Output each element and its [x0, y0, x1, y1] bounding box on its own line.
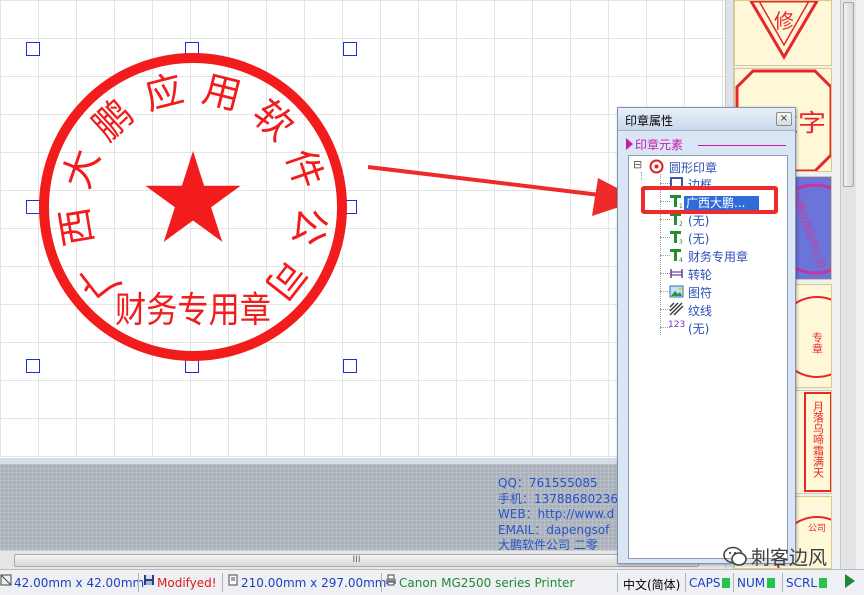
status-separator: [381, 573, 382, 592]
caps-lock-indicator: CAPS: [689, 576, 731, 590]
scroll-lock-label: SCRL: [786, 576, 818, 590]
horizontal-scroll-thumb[interactable]: III: [14, 554, 699, 567]
contact-line-phone: 手机：13788680236: [498, 491, 618, 506]
next-arrow-icon[interactable]: [844, 573, 856, 589]
contact-line-qq: QQ：761555085: [498, 476, 598, 490]
contact-line-web: WEB：http://www.d: [498, 507, 615, 521]
page-icon: [228, 574, 238, 586]
gallery-tile-diamond-text: 修: [774, 9, 794, 33]
tree-item-label: 转轮: [688, 268, 713, 282]
seal-arc-char: 公: [285, 204, 335, 249]
status-separator: [138, 573, 139, 592]
num-led-icon: [767, 578, 776, 588]
status-bar: 42.00mm x 42.00mm Modifyed! 210.00mm x 2…: [0, 569, 864, 595]
round-seal-icon: [649, 159, 664, 174]
status-separator: [782, 573, 783, 592]
wheel-icon: [670, 269, 683, 278]
panel-title: 印章属性: [625, 114, 674, 128]
caps-led-icon: [722, 578, 731, 588]
image-icon: [669, 285, 684, 298]
tree-connector: [641, 172, 642, 180]
status-separator: [733, 573, 734, 592]
seal-bottom-text: 财务专用章: [115, 290, 271, 331]
contact-line-email: EMAIL：dapengsof: [498, 522, 610, 537]
scroll-lock-indicator: SCRL: [786, 576, 828, 590]
background-contact-text: QQ：761555085 手机：13788680236 WEB：http://w…: [498, 476, 624, 556]
size-icon: [0, 574, 12, 586]
caps-lock-label: CAPS: [689, 576, 721, 590]
tree-expander[interactable]: ⊟: [633, 158, 642, 171]
panel-close-button[interactable]: ×: [776, 112, 792, 126]
panel-section-label: 印章元素: [635, 138, 684, 152]
vertical-scroll-thumb[interactable]: [843, 2, 854, 187]
watermark: 刺客边风: [723, 543, 853, 569]
tree-item-label: (无): [688, 214, 710, 228]
section-divider: [698, 145, 786, 146]
seal-arc-char: 大: [54, 144, 108, 194]
status-separator: [617, 573, 618, 592]
seal-arc-char: 应: [140, 67, 188, 119]
gallery-tile-diamond[interactable]: 修: [734, 0, 832, 66]
seal-arc-char: 西: [52, 204, 102, 249]
seal-arc-char: 件: [278, 144, 332, 194]
seal-properties-panel: 印章属性 × 印章元素 ⊟ 圆形印章 边框 1 广西大鹏... 2 (无) 3 …: [617, 107, 796, 564]
number-icon: 123: [668, 320, 686, 330]
modified-status: Modifyed!: [157, 576, 217, 590]
round-seal[interactable]: 广西大鹏应 用软件公司 财务专用章: [30, 44, 360, 374]
num-lock-label: NUM: [737, 576, 766, 590]
seal-element-tree[interactable]: ⊟ 圆形印章 边框 1 广西大鹏... 2 (无) 3 (无) 4 财务专用章 …: [628, 155, 788, 559]
gallery-tile-poem-text: 月落乌啼霜满天: [812, 401, 825, 479]
text-4-icon: 4: [670, 249, 683, 263]
gallery-tile-small-round-text: 专章: [811, 331, 824, 354]
num-lock-indicator: NUM: [737, 576, 776, 590]
close-icon: ×: [779, 113, 789, 124]
application-window: 广西大鹏应用软件公司 财务专用章 QQ：761555085 手机：1378868…: [0, 0, 864, 595]
text-3-icon: 3: [670, 231, 683, 245]
ime-indicator: 中文(简体): [623, 578, 681, 592]
gallery-tile-bottom-text: 公司: [808, 523, 826, 534]
scrl-led-icon: [819, 578, 828, 588]
status-separator: [222, 573, 223, 592]
svg-text:2: 2: [679, 221, 683, 227]
seal-star: [145, 151, 241, 242]
tree-item-label: 图符: [688, 286, 713, 300]
seal-arc-char: 用: [198, 67, 246, 119]
tree-item-label: 财务专用章: [688, 250, 749, 264]
tree-item-label: (无): [688, 232, 710, 246]
seal-size-text: 42.00mm x 42.00mm: [14, 576, 145, 590]
svg-text:4: 4: [679, 257, 683, 263]
watermark-text: 刺客边风: [751, 547, 828, 569]
save-disk-icon: [144, 575, 154, 585]
status-separator: [685, 573, 686, 592]
svg-text:3: 3: [679, 239, 683, 245]
hatch-icon: [669, 302, 684, 316]
tree-item-label: (无): [688, 322, 710, 336]
red-highlight-box: [641, 186, 778, 214]
panel-title-bar[interactable]: 印章属性 ×: [618, 108, 795, 131]
section-arrow-icon: [626, 138, 633, 150]
scroll-grip: III: [352, 555, 361, 565]
tree-root-label: 圆形印章: [669, 161, 718, 175]
page-size-text: 210.00mm x 297.00mm: [241, 576, 387, 590]
tree-item-label: 纹线: [688, 304, 713, 318]
printer-name: Canon MG2500 series Printer: [399, 576, 575, 590]
red-annotation-arrow: [367, 165, 640, 216]
wechat-icon: [723, 546, 747, 566]
text-2-icon: 2: [670, 213, 683, 227]
panel-section-header: 印章元素: [626, 136, 786, 152]
vertical-scrollbar[interactable]: [840, 0, 856, 569]
printer-icon: [386, 574, 396, 586]
